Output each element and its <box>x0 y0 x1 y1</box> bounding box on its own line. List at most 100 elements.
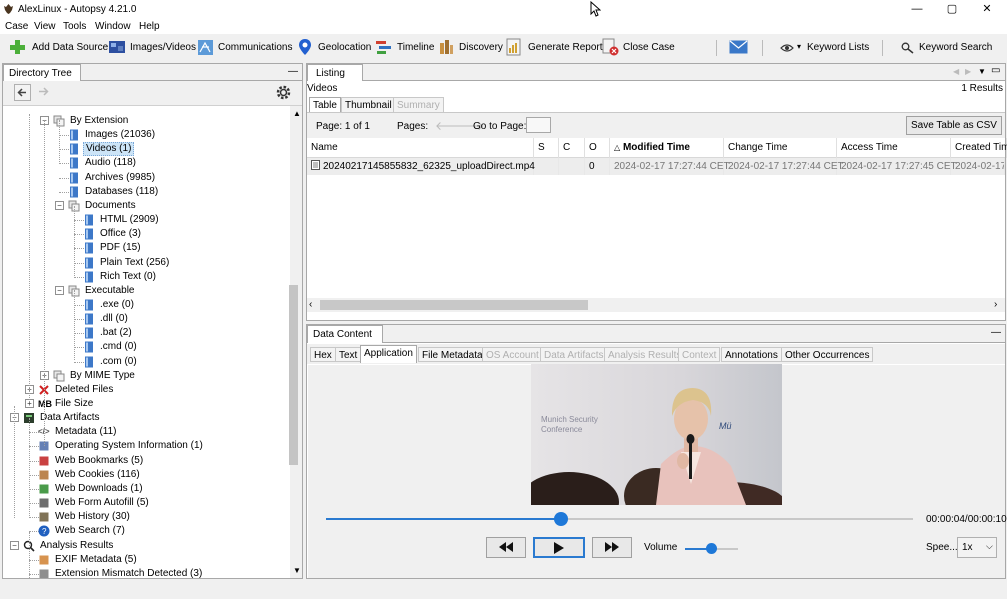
rewind-button[interactable] <box>486 537 526 558</box>
tree-item[interactable]: Videos (1) <box>3 142 290 157</box>
tab-hex[interactable]: Hex <box>310 347 336 362</box>
video-frame[interactable]: Munich Security Conference Mü <box>531 364 782 505</box>
col-header-o[interactable]: O <box>585 138 610 158</box>
tree-item[interactable]: ? Web Search (7) <box>3 524 290 538</box>
geolocation-icon[interactable] <box>298 38 315 56</box>
communications-button[interactable]: Communications <box>218 42 292 53</box>
tab-scroll-left-icon[interactable]: ◀ <box>953 67 959 76</box>
hscroll-thumb[interactable] <box>320 300 588 310</box>
col-header-c[interactable]: C <box>559 138 585 158</box>
tab-maximize-icon[interactable]: ▭ <box>991 65 1000 76</box>
tree-item[interactable]: Web Downloads (1) <box>3 482 290 496</box>
generate-report-button[interactable]: Generate Report <box>528 42 603 53</box>
forward-button[interactable] <box>37 85 50 101</box>
back-button[interactable] <box>14 84 31 101</box>
tab-other-occurrences[interactable]: Other Occurrences <box>781 347 874 362</box>
tab-file-metadata[interactable]: File Metadata <box>418 347 487 362</box>
close-case-button[interactable]: Close Case <box>623 42 675 53</box>
menu-view[interactable]: View <box>34 21 56 32</box>
tab-thumbnail[interactable]: Thumbnail <box>341 97 396 112</box>
save-table-csv-button[interactable]: Save Table as CSV <box>906 116 1002 135</box>
close-window-button[interactable]: ✕ <box>970 0 1004 19</box>
table-horizontal-scrollbar[interactable]: ‹ › <box>307 298 1005 312</box>
tree-item[interactable]: − Analysis Results <box>3 539 290 553</box>
scroll-right-icon[interactable]: › <box>994 299 997 310</box>
tree-item[interactable]: + MB File Size <box>3 397 290 411</box>
scroll-down-icon[interactable]: ▼ <box>293 566 301 575</box>
tab-summary[interactable]: Summary <box>393 97 444 112</box>
tree-item[interactable]: .dll (0) <box>3 312 290 326</box>
tree-item[interactable]: HTML (2909) <box>3 213 290 227</box>
panel-minimize-button[interactable]: — <box>991 327 1001 338</box>
tree-item[interactable]: </> Metadata (11) <box>3 425 290 439</box>
tree-item[interactable]: Archives (9985) <box>3 171 290 185</box>
tab-os-account[interactable]: OS Account <box>482 347 543 362</box>
menu-help[interactable]: Help <box>139 21 160 32</box>
tree-item[interactable]: Databases (118) <box>3 185 290 199</box>
tree-item[interactable]: Web History (30) <box>3 510 290 524</box>
generate-report-icon[interactable] <box>506 38 523 56</box>
scroll-left-icon[interactable]: ‹ <box>309 299 312 310</box>
tree-item[interactable]: − Data Artifacts <box>3 411 290 425</box>
menu-case[interactable]: Case <box>5 21 28 32</box>
tab-scroll-right-icon[interactable]: ▶ <box>965 67 971 76</box>
images-videos-icon[interactable] <box>108 38 125 56</box>
speed-select[interactable]: 1x ⌵ <box>957 537 997 558</box>
tree-item[interactable]: EXIF Metadata (5) <box>3 553 290 567</box>
timeline-icon[interactable] <box>375 38 392 56</box>
collapse-icon[interactable]: − <box>10 540 19 550</box>
close-case-icon[interactable] <box>602 38 619 56</box>
discovery-button[interactable]: Discovery <box>459 42 503 53</box>
images-videos-button[interactable]: Images/Videos <box>130 42 196 53</box>
tree-item[interactable]: + Deleted Files <box>3 383 290 397</box>
video-progress-knob[interactable] <box>553 512 568 526</box>
tree-item[interactable]: Audio (118) <box>3 156 290 170</box>
tab-directory-tree[interactable]: Directory Tree <box>3 64 81 81</box>
tree-item[interactable]: .bat (2) <box>3 326 290 340</box>
col-header-s[interactable]: S <box>534 138 559 158</box>
tab-application[interactable]: Application <box>360 345 417 363</box>
volume-knob[interactable] <box>706 543 717 554</box>
tab-listing[interactable]: Listing <box>307 64 363 81</box>
tree-scrollbar-thumb[interactable] <box>289 285 298 465</box>
tree-item[interactable]: − Executable <box>3 284 290 298</box>
col-header-name[interactable]: Name <box>307 138 534 158</box>
communications-icon[interactable] <box>197 38 214 56</box>
tree-item[interactable]: − By Extension <box>3 114 290 128</box>
keyword-lists-button[interactable]: Keyword Lists <box>807 42 869 53</box>
add-data-source-button[interactable]: Add Data Source <box>32 42 108 53</box>
tree-item[interactable]: Extension Mismatch Detected (3) <box>3 567 290 578</box>
tree-item[interactable]: Images (21036) <box>3 128 290 142</box>
tree-item[interactable]: Operating System Information (1) <box>3 439 290 453</box>
tab-table[interactable]: Table <box>309 97 341 112</box>
keyword-search-button[interactable]: Keyword Search <box>919 42 992 53</box>
col-header-created-time[interactable]: Created Tim <box>951 138 1007 158</box>
col-header-change-time[interactable]: Change Time <box>724 138 837 158</box>
goto-page-input[interactable] <box>526 117 551 133</box>
panel-minimize-button[interactable]: — <box>288 66 298 77</box>
tree-item[interactable]: Web Bookmarks (5) <box>3 454 290 468</box>
col-header-access-time[interactable]: Access Time <box>837 138 951 158</box>
play-button[interactable] <box>533 537 585 558</box>
tree-item[interactable]: + By MIME Type <box>3 369 290 383</box>
tree-item[interactable]: Web Form Autofill (5) <box>3 496 290 510</box>
minimize-button[interactable]: — <box>900 0 934 19</box>
fast-forward-button[interactable] <box>592 537 632 558</box>
timeline-button[interactable]: Timeline <box>397 42 434 53</box>
table-row[interactable]: 20240217145855832_62325_uploadDirect.mp4… <box>307 158 1005 175</box>
tab-analysis-results[interactable]: Analysis Results <box>604 347 686 362</box>
tree-item[interactable]: Web Cookies (116) <box>3 468 290 482</box>
tab-data-artifacts[interactable]: Data Artifacts <box>540 347 608 362</box>
mail-icon[interactable] <box>729 40 748 58</box>
scroll-up-icon[interactable]: ▲ <box>293 109 301 118</box>
menu-window[interactable]: Window <box>95 21 131 32</box>
collapse-icon[interactable]: − <box>55 285 64 295</box>
tab-data-content[interactable]: Data Content <box>307 325 383 343</box>
tree-item[interactable]: Plain Text (256) <box>3 256 290 270</box>
add-data-source-icon[interactable] <box>9 38 26 56</box>
discovery-icon[interactable] <box>438 38 455 56</box>
geolocation-button[interactable]: Geolocation <box>318 42 371 53</box>
tree-item[interactable]: Rich Text (0) <box>3 270 290 284</box>
tree-item[interactable]: .cmd (0) <box>3 340 290 354</box>
menu-tools[interactable]: Tools <box>63 21 86 32</box>
